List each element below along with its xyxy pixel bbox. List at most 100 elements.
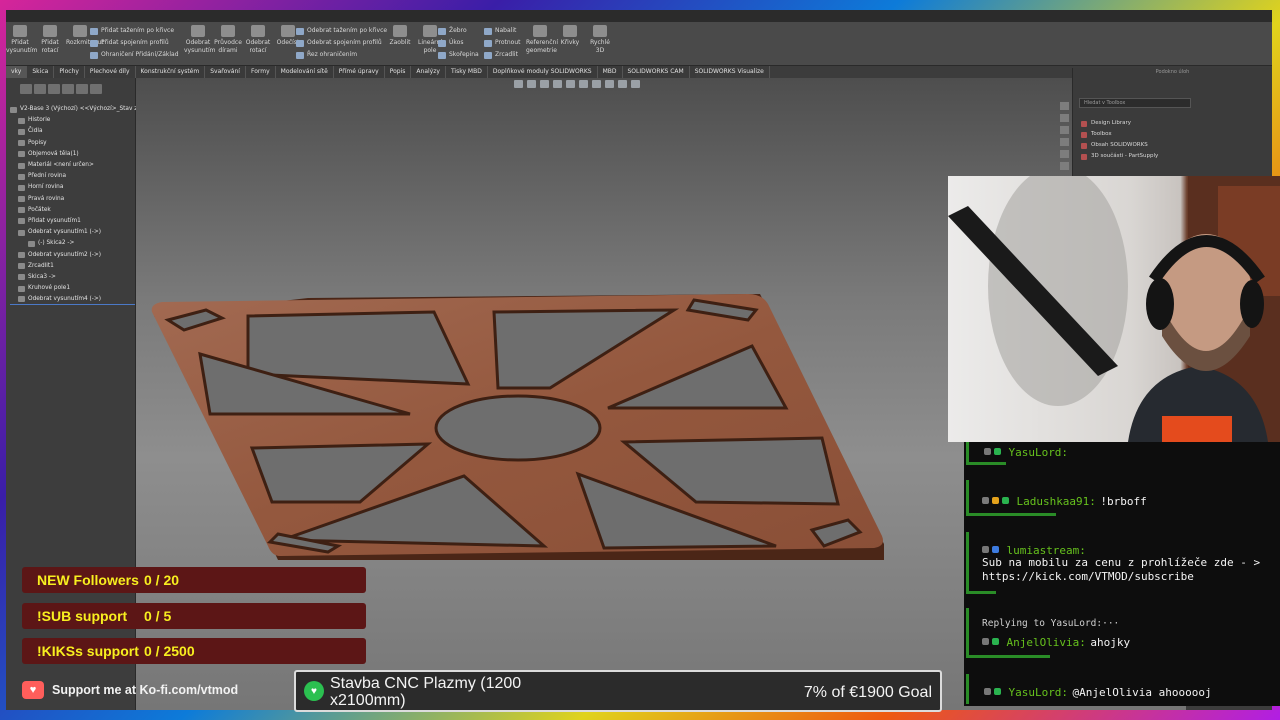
- ribbon-button[interactable]: Odebrat vysunutím: [184, 25, 216, 55]
- badge-icon: [984, 448, 991, 456]
- feature-icon: [18, 162, 25, 169]
- dimxpert-icon[interactable]: [62, 84, 74, 94]
- tree-root-part[interactable]: V2-Base 3 (Výchozí) <<Výchozí>_Stav ze: [10, 104, 141, 115]
- ribbon-button[interactable]: Odebrat tažením po křivce: [296, 25, 387, 37]
- ribbon-group: Referenční geometrie Křivky Rychlé 3D: [526, 25, 616, 55]
- tree-item[interactable]: (-) Skica2 ->: [10, 238, 135, 249]
- ribbon-button[interactable]: Zaoblit: [386, 25, 414, 47]
- tree-item[interactable]: Objemová těla(1): [10, 149, 135, 160]
- appearance-icon[interactable]: [605, 80, 614, 88]
- tree-item[interactable]: Skica3 ->: [10, 272, 135, 283]
- tree-item[interactable]: Zrcadlit1: [10, 261, 135, 272]
- tree-item[interactable]: Odebrat vysunutím2 (->): [10, 249, 135, 260]
- command-tab[interactable]: Svařování: [205, 66, 246, 78]
- zoom-fit-icon[interactable]: [514, 80, 523, 88]
- kofi-banner[interactable]: ♥ Support me at Ko-fi.com/vtmod: [22, 680, 284, 700]
- feature-icon: [90, 39, 98, 47]
- command-tab[interactable]: Popis: [385, 66, 412, 78]
- ribbon-button[interactable]: Přidat rotací: [36, 25, 64, 55]
- configuration-manager-icon[interactable]: [48, 84, 60, 94]
- tree-item[interactable]: Materiál <není určen>: [10, 160, 135, 171]
- scene-icon[interactable]: [618, 80, 627, 88]
- ribbon-button[interactable]: Zrcadlit: [484, 49, 521, 61]
- task-pane-item[interactable]: Design Library: [1081, 118, 1158, 129]
- ribbon-button[interactable]: Odebrat rotací: [244, 25, 272, 55]
- property-manager-icon[interactable]: [34, 84, 46, 94]
- zoom-area-icon[interactable]: [527, 80, 536, 88]
- command-tab[interactable]: Doplňkové moduly SOLIDWORKS: [488, 66, 598, 78]
- ribbon-button[interactable]: Protnout: [484, 37, 521, 49]
- ribbon-button[interactable]: Rychlé 3D: [586, 25, 614, 55]
- tree-item[interactable]: Historie: [10, 115, 135, 126]
- chat-message: lumiastream: Sub na mobilu za cenu z pro…: [964, 532, 1264, 594]
- section-view-icon[interactable]: [553, 80, 562, 88]
- ribbon-button[interactable]: Odebrat spojením profilů: [296, 37, 387, 49]
- more-chevron-icon[interactable]: [90, 84, 102, 94]
- ribbon-group: Přidat tažením po křivce Přidat spojením …: [90, 25, 179, 61]
- tree-item[interactable]: Pravá rovina: [10, 194, 135, 205]
- command-tab[interactable]: Tisky MBD: [446, 66, 488, 78]
- appearances-icon[interactable]: [1060, 150, 1069, 158]
- command-tab[interactable]: Analýzy: [411, 66, 446, 78]
- design-library-icon[interactable]: [1060, 114, 1069, 122]
- command-tab[interactable]: SOLIDWORKS Visualize: [690, 66, 770, 78]
- ribbon-button[interactable]: Žebro: [438, 25, 479, 37]
- view-settings-icon[interactable]: [631, 80, 640, 88]
- view-palette-icon[interactable]: [1060, 138, 1069, 146]
- ribbon-button[interactable]: Průvodce dírami: [214, 25, 242, 55]
- task-pane-item[interactable]: 3D součásti - PartSupply: [1081, 151, 1158, 162]
- tree-item[interactable]: Přední rovina: [10, 171, 135, 182]
- command-tab[interactable]: SOLIDWORKS CAM: [623, 66, 690, 78]
- display-manager-icon[interactable]: [76, 84, 88, 94]
- tree-item[interactable]: Horní rovina: [10, 182, 135, 193]
- command-tab[interactable]: Formy: [246, 66, 276, 78]
- task-pane-item[interactable]: Obsah SOLIDWORKS: [1081, 140, 1158, 151]
- tree-item[interactable]: Odebrat vysunutím1 (->): [10, 227, 135, 238]
- command-tab[interactable]: Konstrukční systém: [136, 66, 206, 78]
- tree-item[interactable]: Počátek: [10, 205, 135, 216]
- feature-icon: [18, 229, 25, 236]
- feature-icon: [484, 39, 492, 47]
- command-tab[interactable]: Plechové díly: [85, 66, 136, 78]
- donation-title: Stavba CNC Plazmy (1200 x2100mm): [330, 675, 522, 709]
- ribbon-button[interactable]: Ohraničení Přidání/Základ: [90, 49, 179, 61]
- ribbon-button[interactable]: Nabalit: [484, 25, 521, 37]
- tree-item[interactable]: Kruhové pole1: [10, 283, 135, 294]
- hide-show-icon[interactable]: [592, 80, 601, 88]
- ribbon-button[interactable]: Úkos: [438, 37, 479, 49]
- heads-up-view-toolbar: [514, 80, 640, 88]
- previous-view-icon[interactable]: [540, 80, 549, 88]
- command-manager-tabs: vky Skica Plochy Plechové díly Konstrukční s…: [6, 66, 770, 78]
- task-pane-search-input[interactable]: Hledat v Toolbox: [1079, 98, 1191, 108]
- command-tab[interactable]: MBD: [598, 66, 623, 78]
- command-tab[interactable]: Skica: [27, 66, 55, 78]
- ribbon-button[interactable]: Křivky: [556, 25, 584, 47]
- tree-item[interactable]: Čidla: [10, 126, 135, 137]
- tree-item[interactable]: Přidat vysunutím1: [10, 216, 135, 227]
- ribbon-button[interactable]: Přidat spojením profilů: [90, 37, 179, 49]
- badge-icon: [992, 638, 999, 646]
- ribbon-button[interactable]: Referenční geometrie: [526, 25, 558, 55]
- feature-manager-icon[interactable]: [20, 84, 32, 94]
- tree-item[interactable]: Odebrat vysunutím4 (->): [10, 294, 135, 306]
- command-tab[interactable]: Modelování sítě: [276, 66, 334, 78]
- custom-properties-icon[interactable]: [1060, 162, 1069, 170]
- tree-item[interactable]: Popisy: [10, 138, 135, 149]
- kofi-heart-icon: ♥: [22, 681, 44, 699]
- task-pane-item[interactable]: Toolbox: [1081, 129, 1158, 140]
- goal-value: 0 / 20: [144, 572, 180, 588]
- feature-icon: [18, 173, 25, 180]
- file-explorer-icon[interactable]: [1060, 126, 1069, 134]
- command-tab[interactable]: Přímé úpravy: [334, 66, 385, 78]
- ribbon-group: Žebro Úkos Skořepina: [438, 25, 479, 61]
- ribbon-button[interactable]: Skořepina: [438, 49, 479, 61]
- command-tab[interactable]: vky: [6, 66, 28, 78]
- feature-icon: [296, 51, 304, 59]
- ribbon-button[interactable]: Řez ohraničením: [296, 49, 387, 61]
- view-orientation-icon[interactable]: [566, 80, 575, 88]
- ribbon-button[interactable]: Přidat vysunutím: [6, 25, 38, 55]
- display-style-icon[interactable]: [579, 80, 588, 88]
- ribbon-button[interactable]: Přidat tažením po křivce: [90, 25, 179, 37]
- command-tab[interactable]: Plochy: [54, 66, 85, 78]
- resources-icon[interactable]: [1060, 102, 1069, 110]
